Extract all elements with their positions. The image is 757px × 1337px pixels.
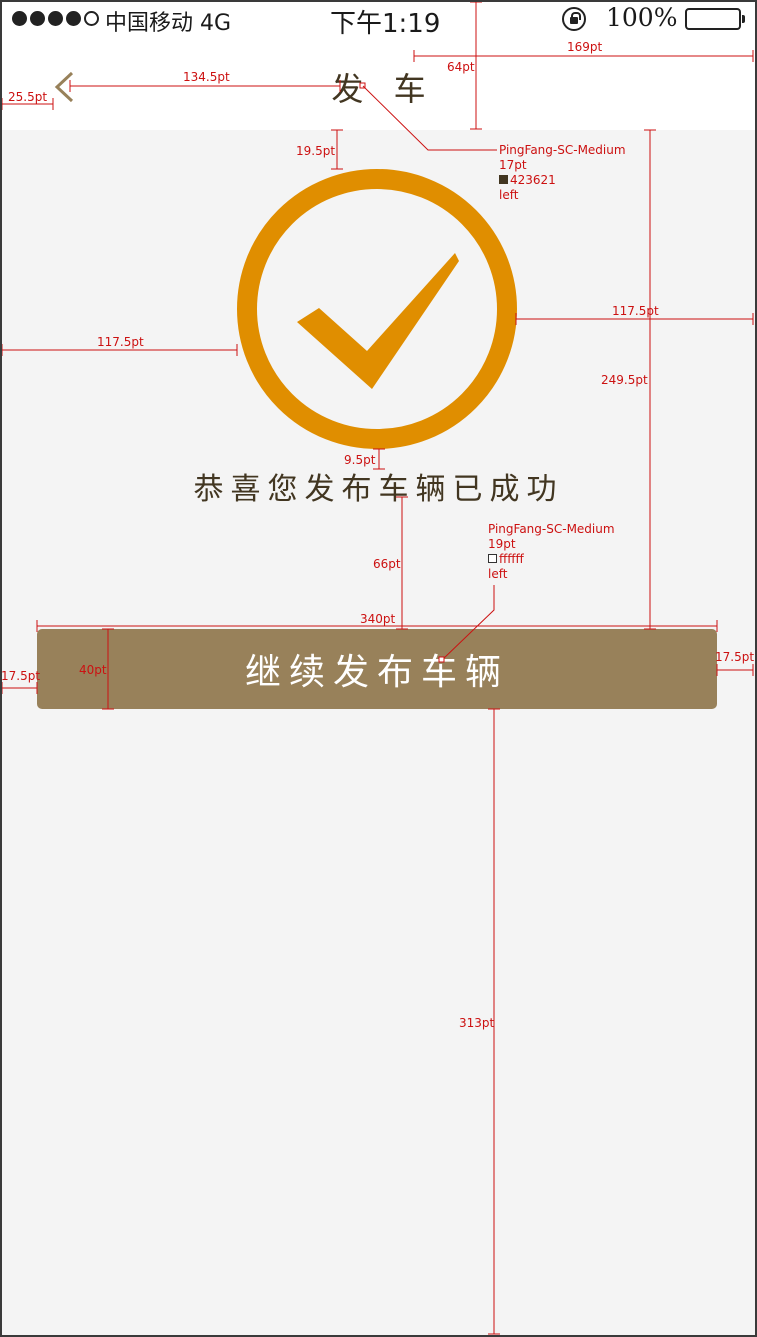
page-title: 发 车 — [331, 70, 436, 108]
spec-color: 423621 — [499, 173, 626, 188]
measure-label: 249.5pt — [601, 373, 648, 387]
success-message: 恭喜您发布车辆已成功 — [193, 472, 564, 507]
spec-align: left — [499, 188, 519, 202]
status-time: 下午1:19 — [330, 9, 441, 39]
measure-label: 19.5pt — [296, 144, 336, 158]
measure-label: 117.5pt — [97, 335, 144, 349]
measure-label: 340pt — [360, 612, 396, 626]
measure-label: 40pt — [79, 663, 107, 677]
measure-label: 66pt — [373, 557, 401, 571]
button-font-spec: PingFang-SC-Medium 19pt ffffff left — [488, 522, 615, 582]
continue-publish-button[interactable]: 继续发布车辆 — [37, 629, 717, 709]
measure-label: 25.5pt — [8, 90, 48, 104]
nav-bar: 发 车 — [0, 40, 757, 130]
measure-label: 17.5pt — [715, 650, 755, 664]
spec-color: ffffff — [488, 552, 615, 567]
measure-label: 313pt — [459, 1016, 495, 1030]
measure-label: 9.5pt — [344, 453, 376, 467]
measure-label: 64pt — [447, 60, 475, 74]
battery-percent: 100% — [606, 3, 678, 32]
spec-align: left — [488, 567, 508, 581]
carrier-label: 中国移动 4G — [105, 11, 232, 36]
check-circle-icon — [237, 169, 517, 449]
measure-label: 169pt — [567, 40, 603, 54]
spec-font: PingFang-SC-Medium — [488, 522, 615, 536]
spec-font: PingFang-SC-Medium — [499, 143, 626, 157]
spec-size: 19pt — [488, 537, 516, 551]
battery-icon — [685, 8, 745, 30]
rotation-lock-icon — [562, 7, 586, 31]
measure-label: 117.5pt — [612, 304, 659, 318]
status-bar: 中国移动 4G 下午1:19 100% — [0, 0, 757, 40]
spec-size: 17pt — [499, 158, 527, 172]
measure-label: 134.5pt — [183, 70, 230, 84]
title-font-spec: PingFang-SC-Medium 17pt 423621 left — [499, 143, 626, 203]
signal-strength-icon — [12, 11, 99, 26]
measure-label: 17.5pt — [1, 669, 41, 683]
